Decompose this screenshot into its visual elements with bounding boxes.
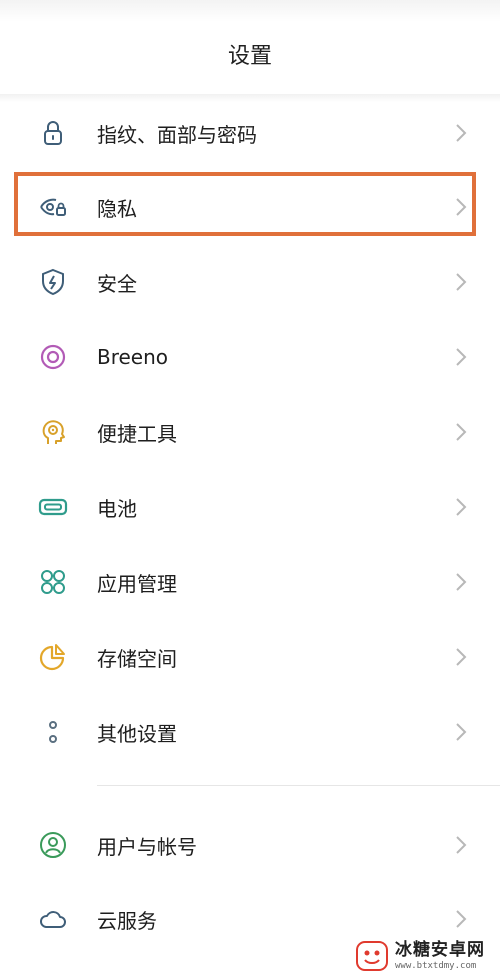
- settings-item-label: 电池: [97, 496, 137, 521]
- settings-item-label: 指纹、面部与密码: [97, 122, 257, 147]
- chevron-right-icon: [456, 648, 467, 666]
- section-divider: [97, 785, 500, 786]
- chevron-right-icon: [456, 423, 467, 441]
- settings-item-storage[interactable]: 存储空间: [0, 620, 500, 694]
- settings-item-label: 安全: [97, 271, 137, 296]
- settings-item-label: 云服务: [97, 908, 157, 933]
- settings-item-breeno[interactable]: Breeno: [0, 320, 500, 394]
- settings-item-security[interactable]: 安全: [0, 245, 500, 319]
- settings-item-apps[interactable]: 应用管理: [0, 545, 500, 619]
- watermark-url: www.btxtdmy.com: [395, 960, 477, 971]
- security-shield-icon: [38, 267, 68, 297]
- chevron-right-icon: [456, 198, 467, 216]
- settings-item-label: Breeno: [97, 345, 169, 369]
- privacy-eye-icon: [38, 192, 68, 222]
- settings-item-privacy[interactable]: 隐私: [0, 170, 500, 244]
- settings-item-accounts[interactable]: 用户与帐号: [0, 808, 500, 882]
- chevron-right-icon: [456, 348, 467, 366]
- chevron-right-icon: [456, 498, 467, 516]
- settings-item-label: 存储空间: [97, 646, 177, 671]
- lock-icon: [38, 118, 68, 148]
- settings-item-label: 应用管理: [97, 571, 177, 596]
- chevron-right-icon: [456, 573, 467, 591]
- chevron-right-icon: [456, 723, 467, 741]
- other-settings-icon: [38, 717, 68, 747]
- apps-grid-icon: [38, 567, 68, 597]
- watermark-title: 冰糖安卓网: [395, 939, 485, 960]
- battery-icon: [38, 492, 68, 522]
- cloud-icon: [38, 904, 68, 934]
- status-area: [0, 0, 500, 22]
- settings-item-label: 隐私: [97, 196, 137, 221]
- chevron-right-icon: [456, 836, 467, 854]
- storage-pie-icon: [38, 642, 68, 672]
- watermark-logo-icon: [356, 941, 388, 971]
- chevron-right-icon: [456, 273, 467, 291]
- breeno-ring-icon: [38, 342, 68, 372]
- settings-item-tools[interactable]: 便捷工具: [0, 395, 500, 469]
- settings-item-biometrics[interactable]: 指纹、面部与密码: [0, 96, 500, 170]
- chevron-right-icon: [456, 910, 467, 928]
- convenience-tools-icon: [38, 417, 68, 447]
- page-title: 设置: [227, 44, 272, 69]
- settings-item-battery[interactable]: 电池: [0, 470, 500, 544]
- settings-item-label: 其他设置: [97, 721, 177, 746]
- settings-item-other[interactable]: 其他设置: [0, 695, 500, 769]
- site-watermark: 冰糖安卓网 www.btxtdmy.com: [355, 936, 500, 976]
- settings-item-label: 用户与帐号: [97, 834, 197, 859]
- settings-item-label: 便捷工具: [97, 421, 177, 446]
- user-account-icon: [38, 830, 68, 860]
- chevron-right-icon: [456, 124, 467, 142]
